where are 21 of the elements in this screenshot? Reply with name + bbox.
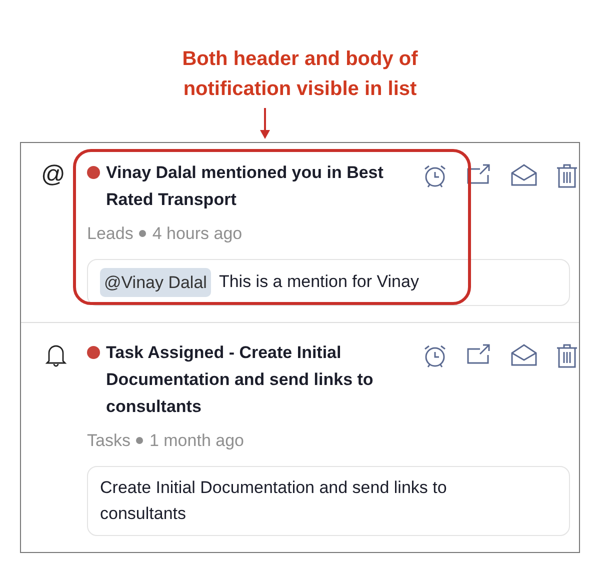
alarm-clock-icon[interactable] (422, 343, 448, 369)
alarm-clock-icon[interactable] (422, 163, 448, 189)
bell-icon (45, 343, 67, 367)
timestamp: 1 month ago (149, 430, 244, 452)
external-link-icon[interactable] (466, 163, 492, 187)
trash-icon[interactable] (556, 163, 578, 189)
annotation-caption: Both header and body of notification visible in list (181, 47, 419, 102)
source-label: Leads (87, 223, 134, 245)
at-sign: @ (41, 163, 66, 190)
message-text: This is a mention for Vinay (218, 271, 419, 294)
notification-title: Vinay Dalal mentioned you in Best Rated Transport (106, 162, 384, 211)
external-link-icon[interactable] (466, 343, 492, 367)
mention-chip[interactable]: @Vinay Dalal (100, 268, 211, 297)
annotation-arrow (259, 108, 271, 140)
notification-title: Task Assigned - Create Initial Documentation and send links to consultants (106, 342, 374, 418)
timestamp: 4 hours ago (152, 223, 242, 245)
trash-icon[interactable] (556, 343, 578, 369)
source-label: Tasks (87, 430, 130, 452)
message-text: Create Initial Documentation and send links to consultants (100, 476, 448, 524)
envelope-icon[interactable] (510, 163, 538, 187)
envelope-icon[interactable] (510, 343, 538, 367)
